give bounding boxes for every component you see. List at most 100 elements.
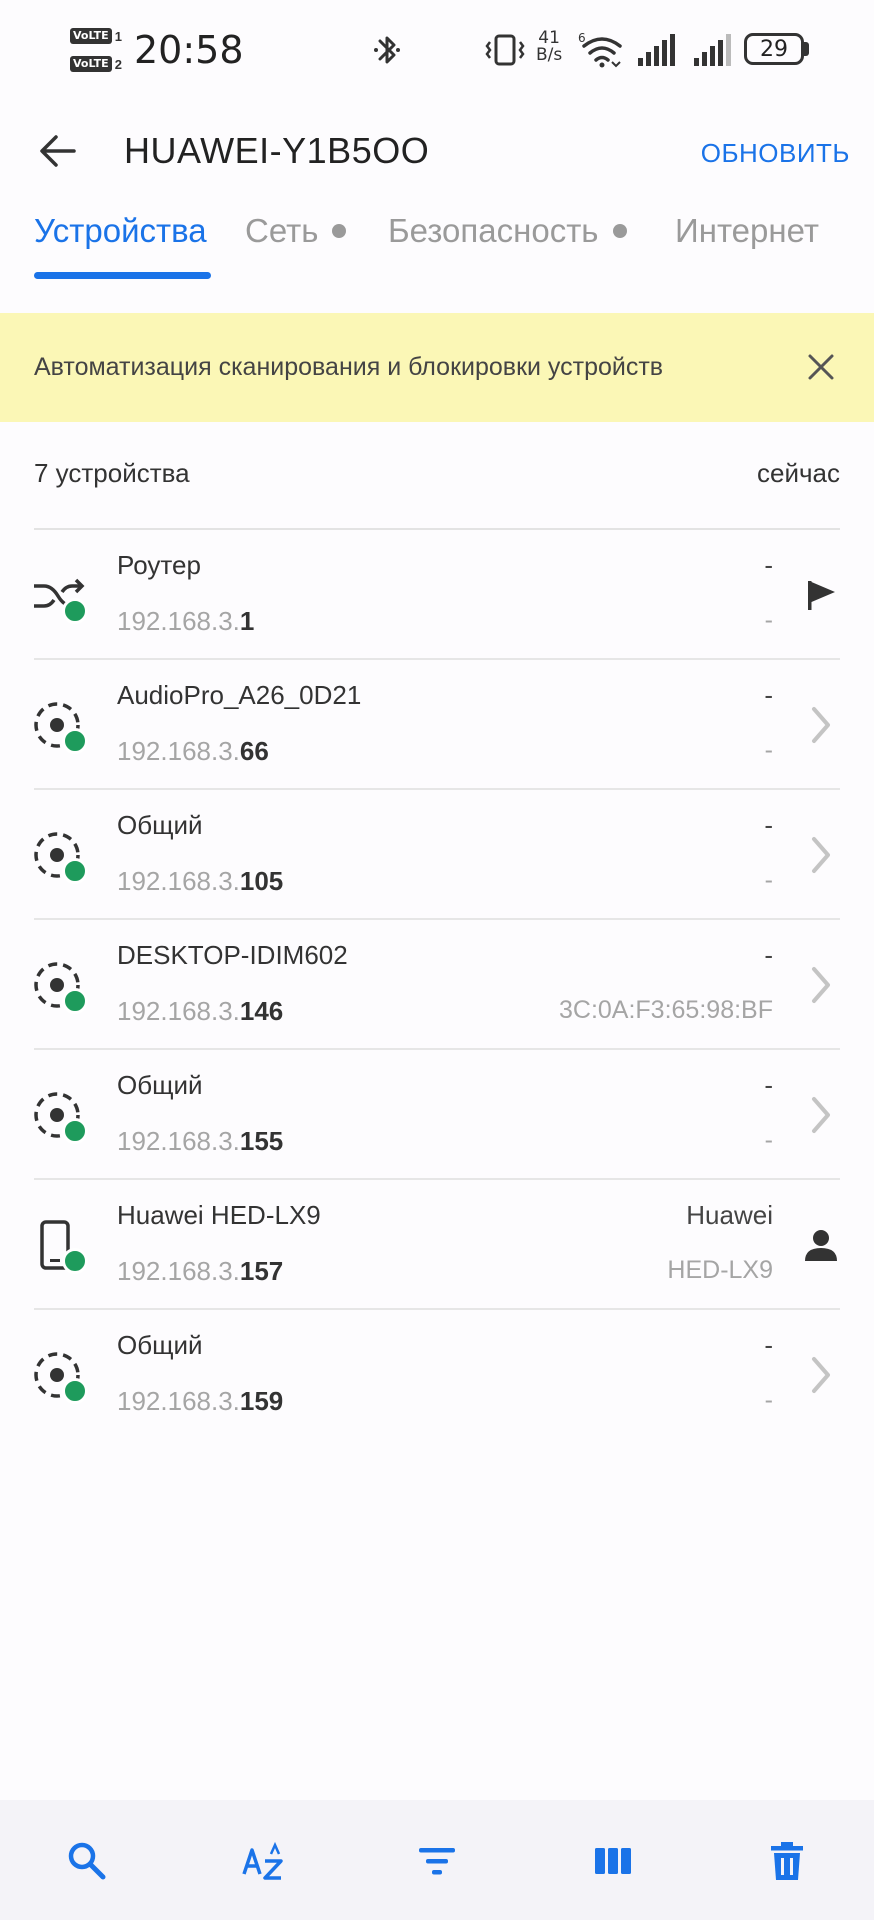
person-icon (805, 1230, 837, 1261)
online-status-dot (62, 728, 88, 754)
device-name: Роутер (117, 550, 201, 580)
tab-devices[interactable]: Устройства (34, 212, 207, 250)
filter-button[interactable] (412, 1836, 462, 1886)
trash-icon (771, 1842, 803, 1880)
device-ip: 192.168.3.157 (117, 1256, 284, 1286)
online-status-dot (62, 1118, 88, 1144)
device-vendor: - (764, 1070, 773, 1100)
volte-sim2-indicator: VoLTE 2 (70, 54, 122, 74)
device-list: Роутер 192.168.3.1 - - AudioPro_A26_0D21… (0, 530, 874, 1440)
device-vendor: - (764, 940, 773, 970)
online-status-dot (62, 598, 88, 624)
device-ip: 192.168.3.105 (117, 866, 284, 896)
device-vendor: - (764, 810, 773, 840)
banner-close-button[interactable] (800, 346, 842, 388)
list-header: 7 устройства сейчас (34, 458, 840, 489)
volte-sim1-indicator: VoLTE 1 (70, 26, 122, 46)
tab-network-dot (332, 224, 347, 238)
columns-icon (595, 1848, 631, 1874)
battery-icon: 29 (744, 33, 804, 65)
device-open-button[interactable] (796, 700, 846, 750)
device-detail: - (764, 1126, 773, 1154)
device-row[interactable]: Общий 192.168.3.159 - - (0, 1310, 874, 1440)
device-open-button[interactable] (796, 830, 846, 880)
device-detail: - (764, 606, 773, 634)
back-button[interactable] (28, 126, 88, 176)
device-vendor: Huawei (686, 1200, 773, 1230)
device-name: AudioPro_A26_0D21 (117, 680, 362, 710)
owner-button[interactable] (796, 1220, 846, 1270)
tab-network[interactable]: Сеть (245, 212, 347, 250)
tab-indicator (34, 272, 211, 279)
columns-button[interactable] (588, 1836, 638, 1886)
device-detail: - (764, 866, 773, 894)
tab-security-dot (612, 224, 627, 238)
refresh-button[interactable]: ОБНОВИТЬ (701, 138, 850, 169)
close-icon (808, 354, 834, 380)
page-title: HUAWEI-Y1B5OO (124, 130, 430, 171)
device-name: Общий (117, 1330, 203, 1360)
device-name: DESKTOP-IDIM602 (117, 940, 348, 970)
device-row[interactable]: Huawei HED-LX9 192.168.3.157 Huawei HED-… (0, 1180, 874, 1310)
wifi-icon: 6 (578, 31, 622, 68)
signal-icon (638, 34, 675, 66)
device-vendor: - (764, 1330, 773, 1360)
online-status-dot (62, 858, 88, 884)
tab-internet[interactable]: Интернет (675, 212, 819, 250)
sort-az-icon (242, 1841, 283, 1880)
device-ip: 192.168.3.159 (117, 1386, 284, 1416)
online-status-dot (62, 988, 88, 1014)
network-speed: 41 B/s (536, 28, 563, 65)
flag-button[interactable] (796, 570, 846, 620)
arrow-back-icon (40, 135, 76, 167)
device-detail: - (764, 736, 773, 764)
device-model: HED-LX9 (667, 1256, 773, 1284)
device-open-button[interactable] (796, 1350, 846, 1400)
device-name: Huawei HED-LX9 (117, 1200, 321, 1230)
chevron-right-icon (812, 1097, 830, 1133)
app-bar: HUAWEI-Y1B5OO ОБНОВИТЬ (0, 100, 874, 200)
online-status-dot (62, 1248, 88, 1274)
device-open-button[interactable] (796, 960, 846, 1010)
bluetooth-icon (374, 36, 400, 64)
device-ip: 192.168.3.1 (117, 606, 255, 636)
chevron-right-icon (812, 1357, 830, 1393)
filter-icon (419, 1848, 455, 1875)
bottom-toolbar (0, 1800, 874, 1920)
chevron-right-icon (812, 707, 830, 743)
chevron-right-icon (812, 837, 830, 873)
device-detail: - (764, 1386, 773, 1414)
online-status-dot (62, 1378, 88, 1404)
battery-tip (804, 42, 809, 56)
device-vendor: - (764, 680, 773, 710)
automation-banner[interactable]: Автоматизация сканирования и блокировки … (0, 313, 874, 422)
search-icon (68, 1842, 106, 1880)
banner-text: Автоматизация сканирования и блокировки … (34, 353, 664, 381)
tab-security[interactable]: Безопасность (388, 212, 627, 250)
chevron-right-icon (812, 967, 830, 1003)
device-row[interactable]: Общий 192.168.3.155 - - (0, 1050, 874, 1180)
device-ip: 192.168.3.66 (117, 736, 269, 766)
search-button[interactable] (62, 1836, 112, 1886)
device-row[interactable]: AudioPro_A26_0D21 192.168.3.66 - - (0, 660, 874, 790)
flag-icon (808, 581, 835, 610)
last-updated: сейчас (757, 458, 840, 488)
device-ip: 192.168.3.146 (117, 996, 284, 1026)
sort-button[interactable] (238, 1836, 288, 1886)
tab-bar: Устройства Сеть Безопасность Интернет (0, 200, 874, 290)
signal-icon (694, 34, 731, 66)
device-row[interactable]: Роутер 192.168.3.1 - - (0, 530, 874, 660)
status-bar: VoLTE 1 VoLTE 2 20:58 41 B/s 6 29 (0, 0, 874, 100)
device-ip: 192.168.3.155 (117, 1126, 284, 1156)
vibrate-icon (485, 34, 525, 66)
device-row[interactable]: Общий 192.168.3.105 - - (0, 790, 874, 920)
device-mac: 3C:0A:F3:65:98:BF (558, 996, 773, 1024)
device-open-button[interactable] (796, 1090, 846, 1140)
delete-button[interactable] (762, 1836, 812, 1886)
device-row[interactable]: DESKTOP-IDIM602 192.168.3.146 - 3C:0A:F3… (0, 920, 874, 1050)
device-count: 7 устройства (34, 458, 190, 488)
device-name: Общий (117, 810, 203, 840)
status-time: 20:58 (134, 28, 244, 72)
svg-text:6: 6 (578, 31, 586, 45)
device-name: Общий (117, 1070, 203, 1100)
